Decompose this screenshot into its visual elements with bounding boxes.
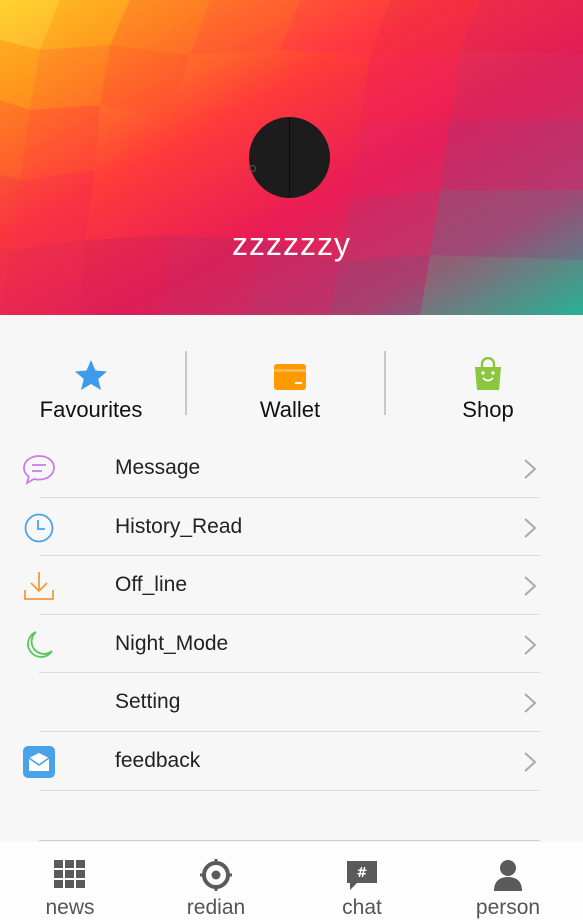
bottom-tab-bar: news redian # chat person <box>0 842 583 920</box>
divider <box>39 789 540 791</box>
divider <box>185 351 187 415</box>
chevron-right-icon <box>524 752 537 772</box>
tab-redian[interactable]: redian <box>146 858 286 920</box>
chevron-right-icon <box>524 635 537 655</box>
grid-icon <box>54 860 85 888</box>
wallet-icon <box>274 364 306 390</box>
download-icon <box>24 572 54 601</box>
menu-item-setting[interactable]: Setting <box>0 673 583 732</box>
avatar[interactable] <box>249 117 330 198</box>
svg-text:#: # <box>357 866 368 881</box>
hash-bubble-icon: # <box>347 861 377 890</box>
clock-icon <box>24 513 54 542</box>
tab-person[interactable]: person <box>438 858 578 920</box>
menu-item-label: History_Read <box>115 514 243 538</box>
chevron-right-icon <box>524 576 537 596</box>
divider <box>384 351 386 415</box>
menu-item-label: Off_line <box>115 573 187 597</box>
chevron-right-icon <box>524 517 537 538</box>
shopping-bag-icon <box>475 357 501 390</box>
menu-item-message[interactable]: Message <box>0 439 583 498</box>
feedback-mail-icon <box>23 745 55 778</box>
menu-item-feedback[interactable]: feedback <box>0 732 583 791</box>
wallet-button[interactable]: Wallet <box>195 357 385 423</box>
shop-button[interactable]: Shop <box>393 357 583 423</box>
menu-item-label: Setting <box>115 690 181 714</box>
tab-label: redian <box>186 896 246 919</box>
divider <box>39 840 540 841</box>
moon-icon <box>27 630 53 658</box>
chevron-right-icon <box>524 459 537 479</box>
star-icon <box>75 360 107 390</box>
chat-bubble-icon <box>23 455 55 485</box>
tab-news[interactable]: news <box>0 858 140 920</box>
quick-actions: Favourites Wallet Shop <box>0 315 583 435</box>
shop-label: Shop <box>462 397 514 422</box>
username: zzzzzzy <box>232 226 351 262</box>
target-icon <box>200 859 232 891</box>
wallet-label: Wallet <box>259 397 321 422</box>
menu-item-off-line[interactable]: Off_line <box>0 556 583 615</box>
favourites-button[interactable]: Favourites <box>0 357 186 423</box>
menu-item-night-mode[interactable]: Night_Mode <box>0 615 583 674</box>
chevron-right-icon <box>524 693 537 714</box>
settings-menu: Message History_Read Off_line Night_Mode… <box>0 439 583 791</box>
tab-label: chat <box>342 896 382 919</box>
menu-item-label: Night_Mode <box>115 631 229 655</box>
profile-banner: zzzzzzy <box>0 0 583 315</box>
tab-chat[interactable]: # chat <box>292 858 432 920</box>
tab-label: person <box>475 896 541 919</box>
favourites-label: Favourites <box>39 397 143 422</box>
tab-label: news <box>45 896 95 919</box>
menu-item-label: Message <box>115 456 201 479</box>
menu-item-history-read[interactable]: History_Read <box>0 498 583 557</box>
person-icon <box>494 860 522 891</box>
menu-item-label: feedback <box>115 748 201 772</box>
